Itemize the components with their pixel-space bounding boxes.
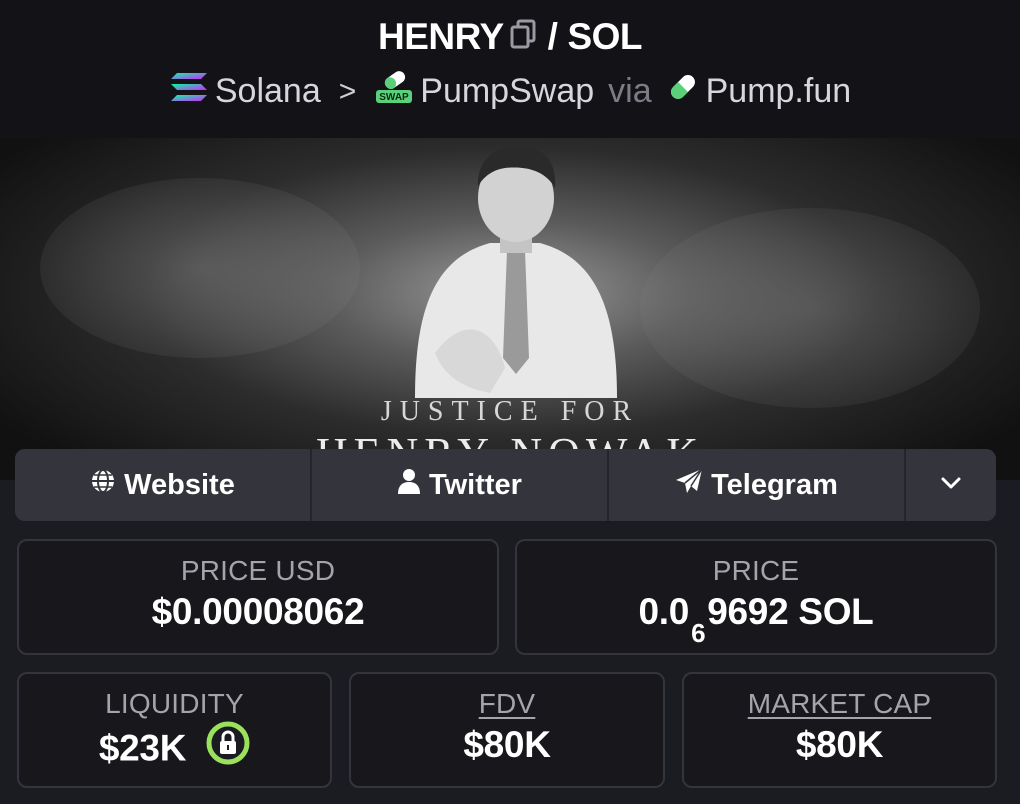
liquidity-value-row: $23K xyxy=(19,721,330,777)
chevron-right-separator: > xyxy=(338,74,357,108)
price-zero-count: 6 xyxy=(691,618,706,648)
pumpswap-badge-text: SWAP xyxy=(380,92,410,103)
banner-portrait xyxy=(415,146,617,398)
quote-token-symbol: SOL xyxy=(567,16,642,57)
pair-header: HENRY / SOL Solana > SWAP PumpSwap via P… xyxy=(0,0,1020,138)
globe-icon xyxy=(90,468,116,502)
price-native-value: 0.069692 SOL xyxy=(517,591,995,648)
price-usd-card: PRICE USD $0.00008062 xyxy=(17,539,499,655)
token-banner-image: JUSTICE FOR HENRY NOWAK xyxy=(0,138,1020,480)
pair-route: Solana > SWAP PumpSwap via Pump.fun xyxy=(0,70,1020,113)
twitter-label: Twitter xyxy=(429,468,522,501)
more-links-button[interactable] xyxy=(906,449,996,521)
liquidity-label: LIQUIDITY xyxy=(105,688,244,719)
website-label: Website xyxy=(124,468,235,501)
banner-smoke xyxy=(40,178,360,358)
liquidity-card: LIQUIDITY $23K xyxy=(17,672,332,788)
via-label: via xyxy=(608,72,652,110)
pumpswap-icon: SWAP xyxy=(374,70,414,113)
market-cap-value: $80K xyxy=(795,724,884,765)
dex-link[interactable]: PumpSwap xyxy=(420,72,594,111)
pair-title: HENRY / SOL xyxy=(0,16,1020,58)
banner-caption-top: JUSTICE FOR xyxy=(380,396,640,427)
price-native-suffix: 9692 SOL xyxy=(707,591,874,632)
price-native-label: PRICE xyxy=(712,555,800,586)
twitter-button[interactable]: Twitter xyxy=(312,449,609,521)
lock-icon[interactable] xyxy=(206,721,250,774)
price-usd-label: PRICE USD xyxy=(180,555,336,586)
fdv-card: FDV $80K xyxy=(349,672,665,788)
launchpad-link[interactable]: Pump.fun xyxy=(706,72,852,111)
fdv-value: $80K xyxy=(463,724,551,765)
copy-icon[interactable] xyxy=(510,16,536,58)
pair-slash: / xyxy=(547,16,558,57)
website-button[interactable]: Website xyxy=(15,449,312,521)
market-cap-card: MARKET CAP $80K xyxy=(682,672,997,788)
liquidity-value: $23K xyxy=(98,727,187,769)
social-links-bar: Website Twitter Telegram xyxy=(15,449,996,521)
paper-plane-icon xyxy=(675,468,703,502)
telegram-label: Telegram xyxy=(711,468,838,501)
base-token-symbol: HENRY xyxy=(378,16,504,57)
price-native-card: PRICE 0.069692 SOL xyxy=(515,539,997,655)
chain-link[interactable]: Solana xyxy=(215,72,321,111)
telegram-button[interactable]: Telegram xyxy=(609,449,906,521)
solana-icon xyxy=(169,71,209,112)
pumpfun-pill-icon xyxy=(666,70,700,113)
chevron-down-icon xyxy=(940,476,962,495)
market-cap-label[interactable]: MARKET CAP xyxy=(684,688,995,720)
banner-smoke xyxy=(640,208,980,408)
price-native-prefix: 0.0 xyxy=(638,591,690,632)
price-usd-value: $0.00008062 xyxy=(151,591,365,632)
fdv-label[interactable]: FDV xyxy=(351,688,663,720)
user-icon xyxy=(397,468,421,502)
